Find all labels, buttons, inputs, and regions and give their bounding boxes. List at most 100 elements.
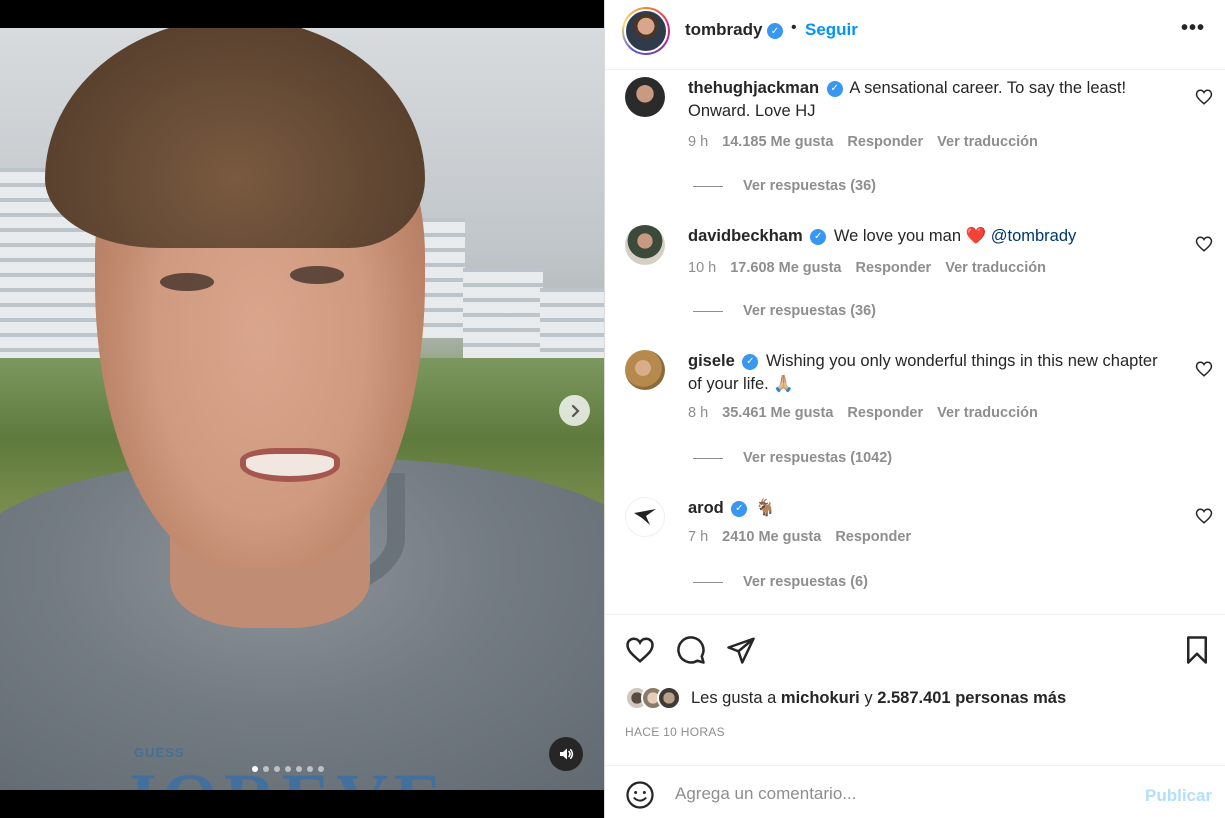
view-replies-label: Ver respuestas (6) [743,574,868,590]
comment-text-block: thehughjackman ✓ A sensational career. T… [688,77,1158,123]
video-building-right [463,268,543,358]
comment-text: Wishing you only wonderful things in thi… [688,352,1158,393]
more-options-icon[interactable]: ••• [1181,17,1205,40]
likes-prefix: Les gusta a [691,688,777,707]
comment-text: 🐐 [754,499,776,517]
comment-likes[interactable]: 2410 Me gusta [722,529,821,545]
verified-badge-icon: ✓ [810,228,827,245]
carousel-dot [318,766,324,772]
comment-icon[interactable] [676,635,706,665]
post-side-panel: tombrady ✓ • Seguir ••• thehughjackman ✓… [604,0,1225,818]
post-action-bar [605,615,1225,675]
likes-conjunction: y [864,688,873,707]
comment-input[interactable] [675,778,1125,810]
verified-badge-icon: ✓ [742,353,759,370]
post-header: tombrady ✓ • Seguir ••• [605,0,1225,70]
heart-icon[interactable] [1195,507,1213,525]
carousel-indicator [252,766,324,772]
likers-avatars [625,686,681,710]
heart-icon[interactable] [1195,235,1213,253]
commenter-username[interactable]: davidbeckham [688,227,803,245]
view-replies-label: Ver respuestas (36) [743,178,876,194]
follow-button[interactable]: Seguir [805,20,858,40]
author-username[interactable]: tombrady [685,20,762,40]
carousel-dot [263,766,269,772]
commenter-username[interactable]: arod [688,499,724,517]
comment-time: 7 h [688,529,709,545]
carousel-dot [274,766,280,772]
replies-divider [693,457,723,459]
likes-summary[interactable]: Les gusta a michokuri y 2.587.401 person… [625,686,1066,710]
video-eye-right [290,266,344,284]
publish-button[interactable]: Publicar [1145,786,1212,806]
speaker-icon [560,748,574,760]
verified-badge-icon: ✓ [826,80,843,97]
bookmark-icon[interactable] [1182,635,1212,665]
translate-button[interactable]: Ver traducción [937,405,1038,421]
video-building-far [540,288,604,358]
carousel-dot [296,766,302,772]
replies-divider [693,310,723,312]
likes-count[interactable]: 2.587.401 personas más [877,689,1066,708]
reply-button[interactable]: Responder [835,529,911,545]
view-replies-button[interactable]: Ver respuestas (6) [693,574,868,590]
arod-logo-icon [634,509,656,525]
video-eye-left [160,273,214,291]
post-media[interactable]: GUESS JOREVE [0,0,604,818]
video-mouth [240,448,340,482]
comment-time: 10 h [688,260,717,276]
shirt-print-text: JOREVE [120,758,448,790]
reply-button[interactable]: Responder [855,260,931,276]
comment-likes[interactable]: 17.608 Me gusta [730,260,841,276]
view-replies-label: Ver respuestas (36) [743,303,876,319]
replies-divider [693,581,723,583]
carousel-dot [285,766,291,772]
comment-likes[interactable]: 14.185 Me gusta [722,134,833,150]
translate-button[interactable]: Ver traducción [937,134,1038,150]
comment-text-block: gisele ✓ Wishing you only wonderful thin… [688,350,1158,396]
share-icon[interactable] [726,635,756,665]
view-replies-button[interactable]: Ver respuestas (36) [693,178,876,194]
view-replies-button[interactable]: Ver respuestas (1042) [693,450,892,466]
view-replies-label: Ver respuestas (1042) [743,450,893,466]
commenter-avatar[interactable] [625,350,665,390]
comment-mention[interactable]: @tombrady [991,227,1077,245]
comment-text-block: davidbeckham ✓ We love you man ❤️ @tombr… [688,225,1158,248]
comment-likes[interactable]: 35.461 Me gusta [722,405,833,421]
translate-button[interactable]: Ver traducción [945,260,1046,276]
comments-list[interactable]: thehughjackman ✓ A sensational career. T… [605,70,1225,615]
commenter-username[interactable]: gisele [688,352,735,370]
carousel-dot [252,766,258,772]
video-building-mid [420,218,465,338]
mute-button[interactable] [549,737,583,771]
comment-meta: 9 h 14.185 Me gusta Responder Ver traduc… [688,134,1038,150]
liker-avatar [657,686,681,710]
author-avatar[interactable] [622,7,670,55]
reply-button[interactable]: Responder [847,405,923,421]
heart-icon[interactable] [625,635,655,665]
post-timestamp[interactable]: HACE 10 HORAS [625,725,725,739]
commenter-username[interactable]: thehughjackman [688,79,819,97]
commenter-avatar[interactable] [625,77,665,117]
next-slide-button[interactable] [559,395,590,426]
comment-text-block: arod ✓ 🐐 [688,497,1158,520]
heart-icon[interactable] [1195,360,1213,378]
reply-button[interactable]: Responder [847,134,923,150]
verified-badge-icon: ✓ [731,500,748,517]
video-frame[interactable]: GUESS JOREVE [0,28,604,790]
comment-text: We love you man ❤️ [833,227,987,245]
comment-time: 9 h [688,134,709,150]
header-separator: • [791,19,797,36]
replies-divider [693,185,723,187]
commenter-avatar[interactable] [625,497,665,537]
carousel-dot [307,766,313,772]
emoji-icon[interactable] [625,780,655,810]
comment-meta: 8 h 35.461 Me gusta Responder Ver traduc… [688,405,1038,421]
verified-badge-icon: ✓ [767,23,783,39]
view-replies-button[interactable]: Ver respuestas (36) [693,303,876,319]
comment-time: 8 h [688,405,709,421]
add-comment-bar: Publicar [605,765,1225,818]
commenter-avatar[interactable] [625,225,665,265]
heart-icon[interactable] [1195,88,1213,106]
liker-username[interactable]: michokuri [781,689,860,708]
